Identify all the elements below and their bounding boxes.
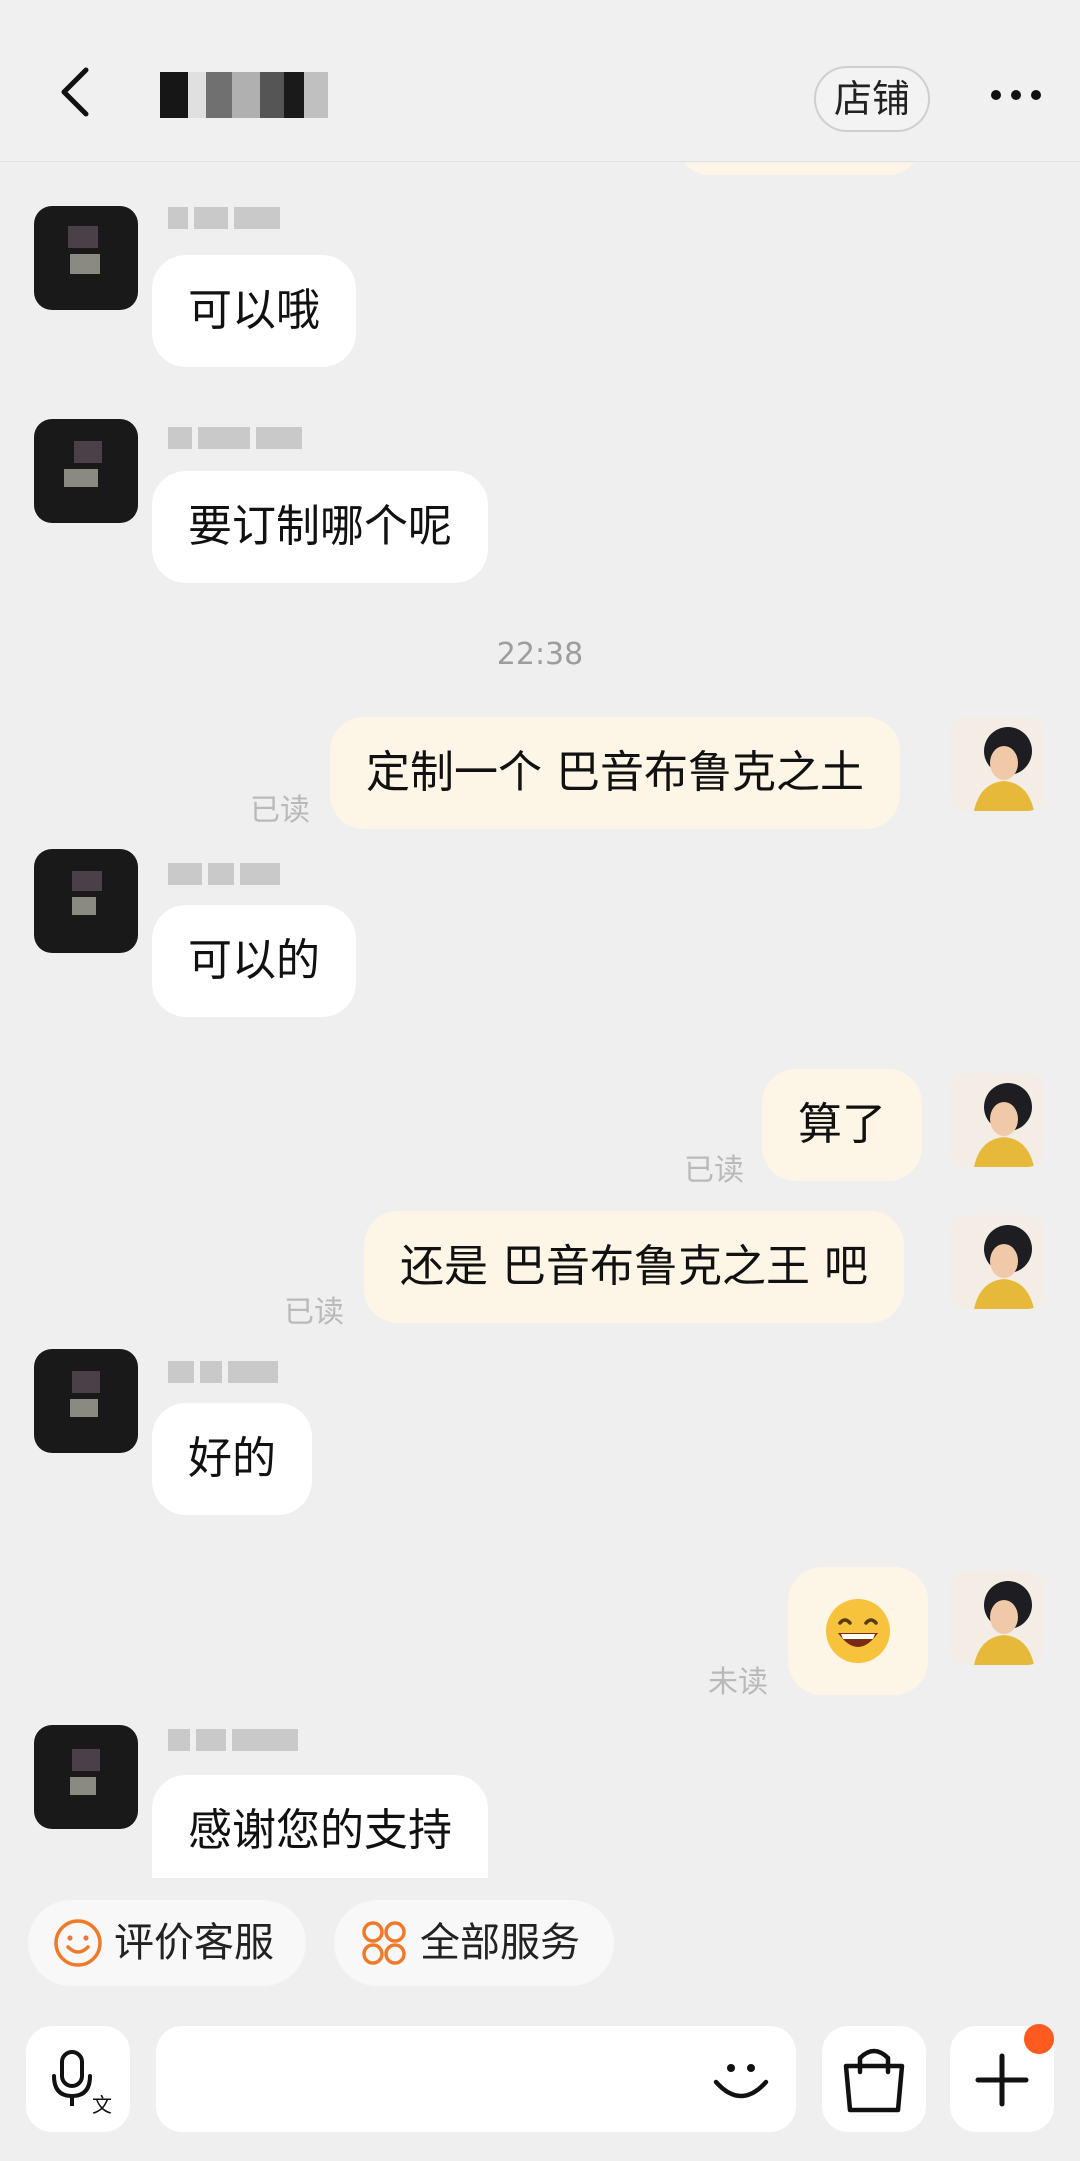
- agent-avatar: [34, 1349, 138, 1453]
- agent-avatar: [34, 419, 138, 523]
- shopping-bag-button[interactable]: [822, 2026, 926, 2132]
- agent-avatar: [34, 849, 138, 953]
- user-avatar[interactable]: [950, 1073, 1044, 1167]
- agent-name-redacted: [168, 1729, 298, 1751]
- shopping-bag-icon: [843, 2048, 905, 2113]
- voice-button[interactable]: 文: [26, 2026, 130, 2132]
- message-bubble[interactable]: 可以的: [152, 905, 356, 1017]
- svg-text:文: 文: [92, 2093, 112, 2117]
- chat-header: 店铺: [0, 0, 1080, 162]
- message-input[interactable]: [156, 2026, 796, 2132]
- agent-avatar: [34, 206, 138, 310]
- back-button[interactable]: [48, 62, 108, 122]
- all-services-chip[interactable]: 全部服务: [334, 1900, 614, 1986]
- user-avatar-image: [950, 1215, 1044, 1309]
- voice-translate-icon: 文: [52, 2050, 112, 2117]
- services-grid-icon: [362, 1921, 406, 1965]
- input-bar: 文: [0, 2020, 1080, 2161]
- chip-label: 评价客服: [114, 1920, 274, 1966]
- smile-face-icon: [54, 1919, 102, 1967]
- user-avatar-image: [950, 717, 1044, 811]
- more-dots-icon: [991, 90, 1041, 100]
- rate-service-chip[interactable]: 评价客服: [28, 1900, 306, 1986]
- user-avatar[interactable]: [950, 1571, 1044, 1665]
- agent-name-redacted: [168, 1361, 278, 1383]
- message-bubble[interactable]: 算了: [762, 1069, 922, 1181]
- chevron-left-icon: [61, 67, 89, 117]
- shop-name-redacted: [150, 72, 330, 118]
- notification-dot: [1024, 2024, 1054, 2054]
- read-status: 未读: [708, 1665, 768, 1700]
- message-bubble[interactable]: 定制一个 巴音布鲁克之土: [330, 717, 900, 829]
- agent-name-redacted: [168, 207, 280, 229]
- emoji-icon: [713, 2064, 769, 2099]
- grinning-face-emoji-icon: [826, 1599, 890, 1663]
- message-list[interactable]: 可以哦 要订制哪个呢 22:38 定制一个 巴音布鲁克之土 已读 可以的 算了: [0, 163, 1080, 1878]
- message-bubble[interactable]: 要订制哪个呢: [152, 471, 488, 583]
- agent-avatar: [34, 1725, 138, 1829]
- message-bubble[interactable]: 好的: [152, 1403, 312, 1515]
- user-avatar-image: [950, 1073, 1044, 1167]
- message-bubble[interactable]: 可以哦: [152, 255, 356, 367]
- user-avatar[interactable]: [950, 1215, 1044, 1309]
- message-bubble[interactable]: 感谢您的支持: [152, 1775, 488, 1878]
- chip-label: 全部服务: [420, 1920, 580, 1966]
- timestamp: 22:38: [496, 637, 584, 672]
- user-avatar[interactable]: [950, 717, 1044, 811]
- shop-button[interactable]: 店铺: [814, 66, 930, 132]
- emoji-button[interactable]: [700, 2026, 780, 2132]
- emoji-bubble[interactable]: [788, 1567, 928, 1695]
- message-bubble[interactable]: 还是 巴音布鲁克之王 吧: [364, 1211, 904, 1323]
- agent-name-redacted: [168, 863, 280, 885]
- read-status: 已读: [284, 1295, 344, 1330]
- user-avatar-image: [950, 1571, 1044, 1665]
- outgoing-bubble-partial: [676, 163, 922, 175]
- read-status: 已读: [684, 1153, 744, 1188]
- more-button[interactable]: [988, 80, 1044, 110]
- agent-name-redacted: [168, 427, 302, 449]
- read-status: 已读: [250, 793, 310, 828]
- quick-action-bar: 评价客服 全部服务: [0, 1900, 1080, 1996]
